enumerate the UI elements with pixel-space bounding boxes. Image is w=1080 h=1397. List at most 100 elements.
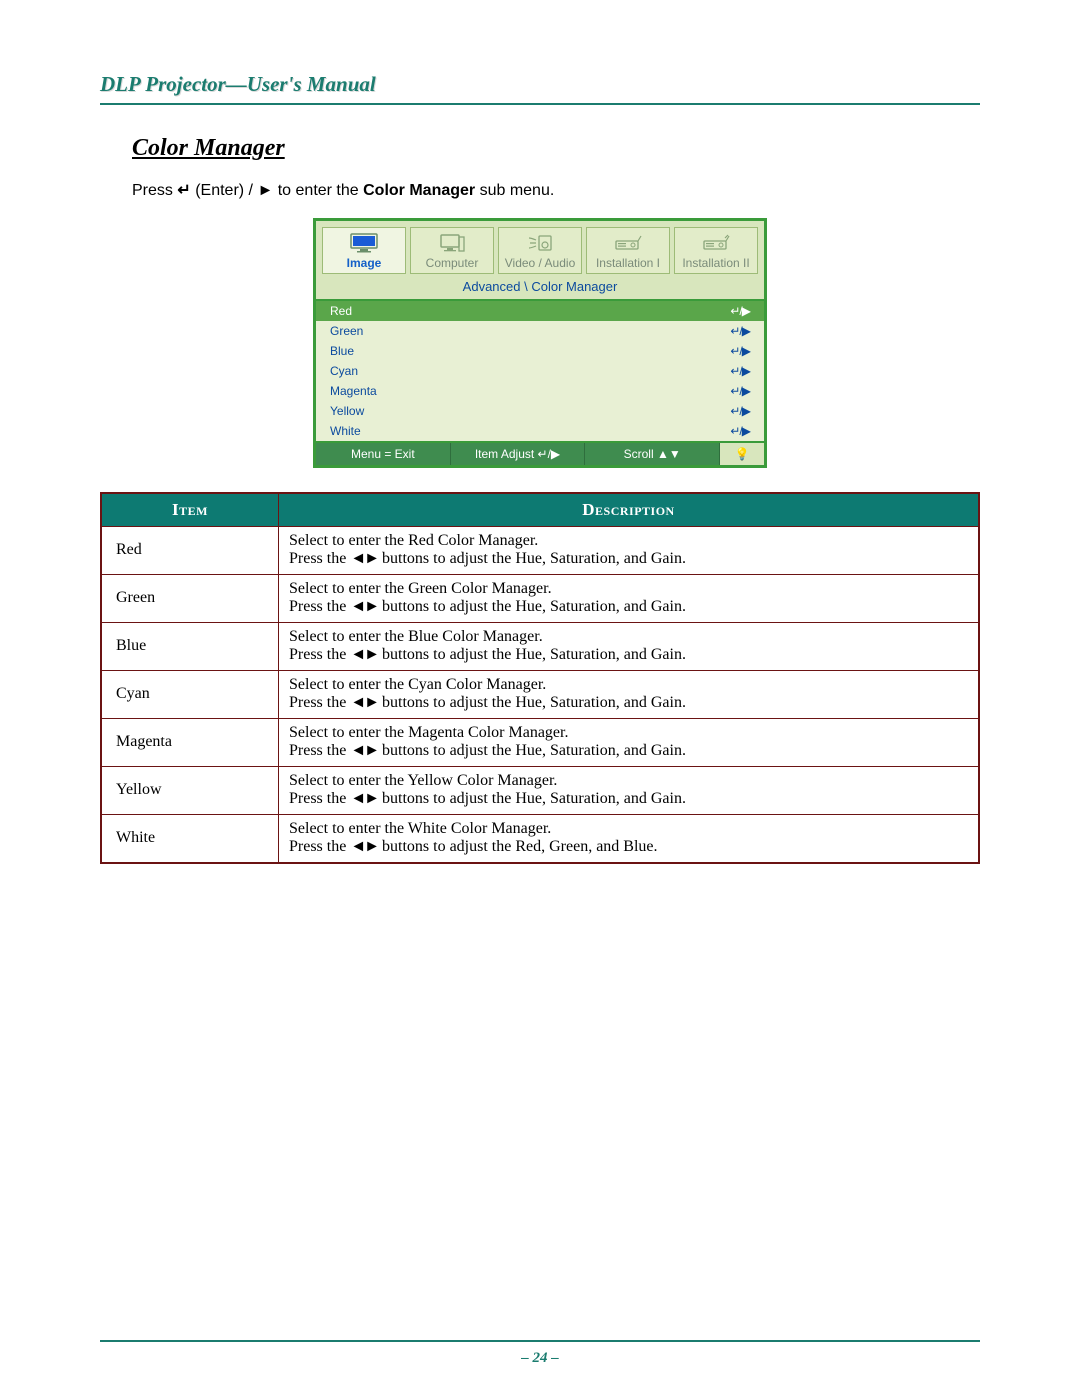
table-row: WhiteSelect to enter the White Color Man…: [101, 815, 979, 864]
osd-tab-image[interactable]: Image: [322, 227, 406, 274]
projector2-icon: [675, 232, 757, 254]
bulb-icon: 💡: [735, 447, 750, 461]
enter-arrow-icon: ↵/▶: [730, 324, 750, 338]
table-row: Yellow Select to enter the Yellow Color M…: [101, 767, 979, 815]
osd-row-yellow[interactable]: Yellow ↵/▶: [316, 401, 764, 421]
osd-breadcrumb: Advanced \ Color Manager: [316, 274, 764, 299]
desc-line2b: buttons to adjust the Hue, Saturation, a…: [378, 694, 686, 711]
osd-tab-label: Image: [347, 256, 382, 270]
document-header: DLP Projector—User's Manual: [100, 72, 980, 103]
desc-line2: Press the ◄► buttons to adjust the Hue, …: [289, 598, 968, 616]
item-cell: Yellow: [101, 767, 279, 815]
projector-icon: [587, 232, 669, 254]
osd-menu: Image Computer Video / Audio Installatio…: [313, 218, 767, 468]
osd-row-green[interactable]: Green ↵/▶: [316, 321, 764, 341]
desc-line2: Press the ◄► buttons to adjust the Hue, …: [289, 790, 968, 808]
osd-row-label: Red: [330, 304, 352, 318]
desc-line2b: buttons to adjust the Hue, Saturation, a…: [378, 550, 686, 567]
table-row: BlueSelect to enter the Blue Color Manag…: [101, 623, 979, 671]
intro-bold: Color Manager: [363, 182, 475, 199]
osd-tab-label: Computer: [426, 256, 479, 270]
osd-tab-video-audio[interactable]: Video / Audio: [498, 227, 582, 274]
item-cell: Magenta: [101, 719, 279, 767]
osd-row-blue[interactable]: Blue ↵/▶: [316, 341, 764, 361]
desc-line2a: Press the: [289, 646, 350, 663]
desc-line2: Press the ◄► buttons to adjust the Hue, …: [289, 694, 968, 712]
desc-line1: Select to enter the Red Color Manager.: [289, 532, 538, 549]
osd-tab-label: Installation II: [682, 256, 749, 270]
desc-line2: Press the ◄► buttons to adjust the Hue, …: [289, 550, 968, 568]
computer-icon: [411, 232, 493, 254]
osd-row-magenta[interactable]: Magenta ↵/▶: [316, 381, 764, 401]
desc-line1: Select to enter the Magenta Color Manage…: [289, 724, 568, 741]
osd-row-label: White: [330, 424, 361, 438]
enter-arrow-icon: ↵/▶: [730, 404, 750, 418]
desc-cell: Select to enter the Yellow Color Manager…: [279, 767, 980, 815]
monitor-icon: [323, 232, 405, 254]
osd-footer-scroll: Scroll ▲▼: [585, 443, 720, 465]
enter-arrow-icon: ↵/▶: [730, 304, 750, 318]
table-row: RedSelect to enter the Red Color Manager…: [101, 527, 979, 575]
header-rule: [100, 103, 980, 105]
desc-line2b: buttons to adjust the Hue, Saturation, a…: [378, 646, 686, 663]
desc-line1: Select to enter the Cyan Color Manager.: [289, 676, 546, 693]
enter-arrow-icon: ↵/▶: [730, 424, 750, 438]
enter-icon: ↵: [177, 182, 190, 199]
intro-prefix: Press: [132, 182, 177, 199]
table-row: CyanSelect to enter the Cyan Color Manag…: [101, 671, 979, 719]
desc-line2a: Press the: [289, 694, 350, 711]
osd-tab-install2[interactable]: Installation II: [674, 227, 758, 274]
osd-row-label: Green: [330, 324, 363, 338]
osd-tab-computer[interactable]: Computer: [410, 227, 494, 274]
page-number: – 24 –: [0, 1350, 1080, 1367]
intro-mid: (Enter) /: [191, 182, 258, 199]
section-title: Color Manager: [132, 135, 980, 162]
desc-cell: Select to enter the Red Color Manager.Pr…: [279, 527, 980, 575]
osd-row-label: Cyan: [330, 364, 358, 378]
left-right-arrows-icon: ◄►: [350, 694, 378, 711]
left-right-arrows-icon: ◄►: [350, 742, 378, 759]
desc-line2a: Press the: [289, 790, 350, 807]
desc-cell: Select to enter the Green Color Manager.…: [279, 575, 980, 623]
desc-cell: Select to enter the Cyan Color Manager.P…: [279, 671, 980, 719]
desc-line1: Select to enter the Green Color Manager.: [289, 580, 552, 597]
table-row: Magenta Select to enter the Magenta Color…: [101, 719, 979, 767]
desc-line2a: Press the: [289, 838, 350, 855]
intro-mid2: to enter the: [273, 182, 363, 199]
desc-line2b: buttons to adjust the Hue, Saturation, a…: [378, 790, 686, 807]
desc-line2a: Press the: [289, 598, 350, 615]
enter-arrow-icon: ↵/▶: [730, 364, 750, 378]
osd-tab-install1[interactable]: Installation I: [586, 227, 670, 274]
enter-arrow-icon: ↵/▶: [730, 384, 750, 398]
desc-line2: Press the ◄► buttons to adjust the Hue, …: [289, 742, 968, 760]
desc-line1: Select to enter the White Color Manager.: [289, 820, 551, 837]
osd-row-cyan[interactable]: Cyan ↵/▶: [316, 361, 764, 381]
left-right-arrows-icon: ◄►: [350, 646, 378, 663]
desc-line1: Select to enter the Blue Color Manager.: [289, 628, 543, 645]
osd-tab-label: Video / Audio: [505, 256, 576, 270]
osd-footer-adjust: Item Adjust ↵/▶: [451, 443, 586, 465]
desc-line2: Press the ◄► buttons to adjust the Red, …: [289, 838, 968, 856]
osd-footer-exit[interactable]: Menu = Exit: [316, 443, 451, 465]
osd-row-label: Blue: [330, 344, 354, 358]
desc-line2: Press the ◄► buttons to adjust the Hue, …: [289, 646, 968, 664]
intro-suffix: sub menu.: [475, 182, 554, 199]
osd-row-red[interactable]: Red ↵/▶: [316, 301, 764, 321]
th-desc: Description: [279, 493, 980, 527]
desc-line1: Select to enter the Yellow Color Manager…: [289, 772, 557, 789]
intro-text: Press ↵ (Enter) / ► to enter the Color M…: [132, 180, 980, 200]
item-cell: Cyan: [101, 671, 279, 719]
desc-line2b: buttons to adjust the Hue, Saturation, a…: [378, 742, 686, 759]
osd-row-label: Yellow: [330, 404, 364, 418]
desc-line2a: Press the: [289, 742, 350, 759]
enter-arrow-icon: ↵/▶: [730, 344, 750, 358]
osd-tabs: Image Computer Video / Audio Installatio…: [316, 221, 764, 274]
desc-line2a: Press the: [289, 550, 350, 567]
desc-line2b: buttons to adjust the Red, Green, and Bl…: [378, 838, 658, 855]
left-right-arrows-icon: ◄►: [350, 838, 378, 855]
th-item: Item: [101, 493, 279, 527]
osd-footer-bulb[interactable]: 💡: [720, 443, 764, 465]
osd-row-white[interactable]: White ↵/▶: [316, 421, 764, 441]
osd-tab-label: Installation I: [596, 256, 660, 270]
desc-cell: Select to enter the White Color Manager.…: [279, 815, 980, 864]
